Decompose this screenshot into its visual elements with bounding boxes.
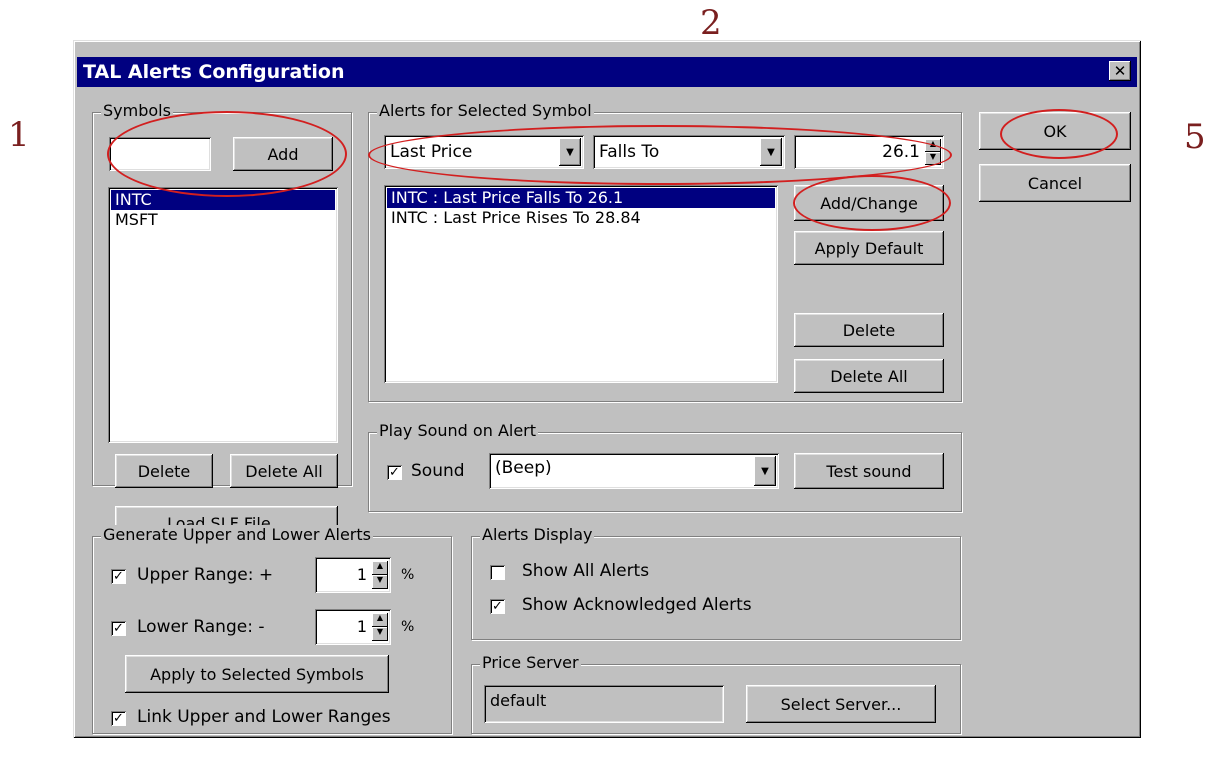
spin-up-icon[interactable]: ▲ <box>372 613 388 627</box>
symbols-delete-all-button[interactable]: Delete All <box>230 454 338 488</box>
chevron-down-icon[interactable]: ▼ <box>760 138 782 166</box>
symbols-list[interactable]: INTC MSFT <box>108 187 338 443</box>
alerts-delete-all-button[interactable]: Delete All <box>794 359 944 393</box>
show-acknowledged-checkbox[interactable]: ✓ <box>490 599 505 614</box>
annotation-number-1: 1 <box>8 115 30 155</box>
upper-range-checkbox[interactable]: ✓ <box>111 569 126 584</box>
server-group: Price Server default Select Server... <box>471 653 961 734</box>
apply-default-button[interactable]: Apply Default <box>794 231 944 265</box>
alert-condition-value: Falls To <box>599 142 660 162</box>
symbols-delete-button[interactable]: Delete <box>115 454 213 488</box>
dialog-window: TAL Alerts Configuration ✕ Symbols Add I… <box>73 40 1141 738</box>
alert-item[interactable]: INTC : Last Price Rises To 28.84 <box>387 208 775 228</box>
lower-range-value: 1 <box>356 617 367 636</box>
sound-value: (Beep) <box>495 458 552 478</box>
close-icon[interactable]: ✕ <box>1109 61 1131 81</box>
server-value: default <box>490 691 547 710</box>
alert-field-dropdown[interactable]: Last Price ▼ <box>384 135 584 169</box>
sound-checkbox[interactable]: ✓ <box>387 465 402 480</box>
symbols-group: Symbols Add INTC MSFT <box>92 101 352 486</box>
lower-range-checkbox[interactable]: ✓ <box>111 621 126 636</box>
alert-item[interactable]: INTC : Last Price Falls To 26.1 <box>387 188 775 208</box>
server-field: default <box>484 685 724 723</box>
alerts-group: Alerts for Selected Symbol Last Price ▼ … <box>368 101 962 402</box>
sound-dropdown[interactable]: (Beep) ▼ <box>489 453 779 489</box>
add-change-button[interactable]: Add/Change <box>794 185 944 221</box>
annotation-number-5: 5 <box>1184 117 1206 157</box>
link-ranges-label: Link Upper and Lower Ranges <box>137 707 391 727</box>
apply-selected-symbols-button[interactable]: Apply to Selected Symbols <box>125 655 389 693</box>
display-group: Alerts Display Show All Alerts ✓ Show Ac… <box>471 525 961 640</box>
alerts-list[interactable]: INTC : Last Price Falls To 26.1 INTC : L… <box>384 185 778 383</box>
window-title: TAL Alerts Configuration <box>83 61 345 83</box>
symbols-legend: Symbols <box>101 101 173 120</box>
symbol-input[interactable] <box>109 137 211 171</box>
symbol-item-msft[interactable]: MSFT <box>111 210 335 230</box>
show-all-alerts-label: Show All Alerts <box>522 561 650 581</box>
lower-percent-label: % <box>401 619 415 635</box>
link-ranges-checkbox[interactable]: ✓ <box>111 711 126 726</box>
annotation-number-2: 2 <box>700 3 722 43</box>
add-symbol-button[interactable]: Add <box>233 137 333 171</box>
ok-button[interactable]: OK <box>979 112 1131 150</box>
chevron-down-icon[interactable]: ▼ <box>754 456 776 486</box>
alerts-legend: Alerts for Selected Symbol <box>377 101 594 120</box>
upper-range-input[interactable]: 1 ▲ ▼ <box>315 557 391 593</box>
alert-condition-dropdown[interactable]: Falls To ▼ <box>593 135 785 169</box>
upper-range-value: 1 <box>356 565 367 584</box>
title-bar: TAL Alerts Configuration ✕ <box>77 57 1137 87</box>
cancel-button[interactable]: Cancel <box>979 164 1131 202</box>
show-acknowledged-label: Show Acknowledged Alerts <box>522 595 752 615</box>
upper-percent-label: % <box>401 567 415 583</box>
spin-down-icon[interactable]: ▼ <box>372 575 388 589</box>
lower-range-label: Lower Range: - <box>137 617 265 637</box>
lower-range-input[interactable]: 1 ▲ ▼ <box>315 609 391 645</box>
sound-group: Play Sound on Alert ✓ Sound (Beep) ▼ Tes… <box>368 421 962 512</box>
display-legend: Alerts Display <box>480 525 595 544</box>
alert-price-value: 26.1 <box>882 142 920 162</box>
alert-field-value: Last Price <box>390 142 473 162</box>
generate-group: Generate Upper and Lower Alerts ✓ Upper … <box>92 525 452 734</box>
spin-up-icon[interactable]: ▲ <box>925 139 941 152</box>
symbol-item-intc[interactable]: INTC <box>111 190 335 210</box>
test-sound-button[interactable]: Test sound <box>794 453 944 489</box>
alerts-delete-button[interactable]: Delete <box>794 313 944 347</box>
select-server-button[interactable]: Select Server... <box>746 685 936 723</box>
alert-price-input[interactable]: 26.1 ▲ ▼ <box>794 135 944 169</box>
spin-down-icon[interactable]: ▼ <box>925 152 941 165</box>
generate-legend: Generate Upper and Lower Alerts <box>101 525 373 544</box>
spin-down-icon[interactable]: ▼ <box>372 627 388 641</box>
spin-up-icon[interactable]: ▲ <box>372 561 388 575</box>
server-legend: Price Server <box>480 653 581 672</box>
sound-legend: Play Sound on Alert <box>377 421 539 440</box>
upper-range-label: Upper Range: + <box>137 565 274 585</box>
chevron-down-icon[interactable]: ▼ <box>559 138 581 166</box>
sound-checkbox-label: Sound <box>411 461 465 481</box>
show-all-alerts-checkbox[interactable] <box>490 565 505 580</box>
